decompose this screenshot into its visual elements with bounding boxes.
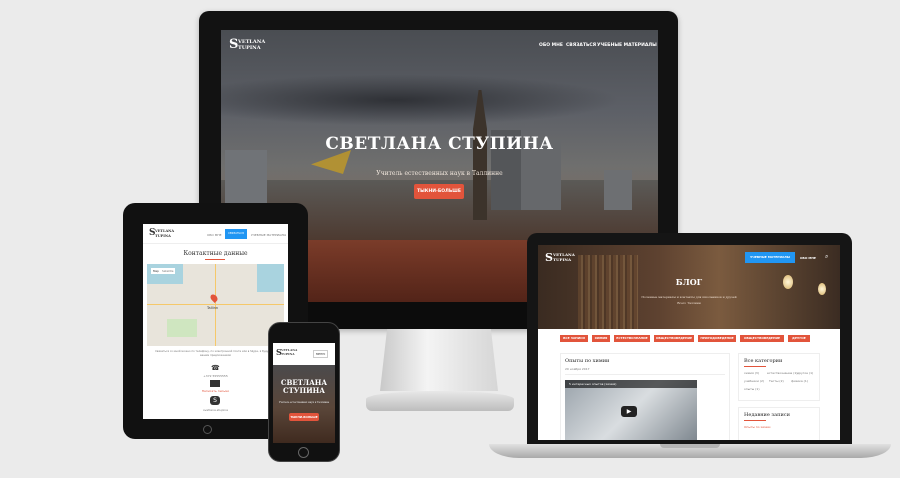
blog-subtitle-2: Всего Таллинн: [677, 301, 701, 305]
search-icon[interactable]: ⌕: [825, 253, 828, 261]
category-social-2[interactable]: ОБЩЕСТВОВЕДЕНИЕ: [740, 335, 784, 342]
menu-button[interactable]: МЕНЮ: [313, 350, 329, 358]
blog-title: БЛОГ: [675, 277, 703, 287]
sidebar-tag[interactable]: другое (1): [797, 371, 813, 375]
post-date: 20 ноября 2017: [565, 367, 590, 371]
map-water-2: [257, 264, 284, 292]
laptop-notch: [660, 444, 720, 448]
tablet-home-button[interactable]: [203, 425, 212, 434]
category-social[interactable]: ОБЩЕСТВОВЕДЕНИЕ: [654, 335, 694, 342]
logo-line-2: TUPINA: [553, 257, 572, 262]
sidebar-tag[interactable]: учебники (2): [744, 379, 764, 383]
tablet-screen: S VETLANA TUPINA ОБО МНЕ СВЯЗАТЬСЯ УЧЕБН…: [143, 224, 288, 419]
post-title[interactable]: Опыты по химии: [565, 358, 609, 364]
contact-phone[interactable]: +372 55555555: [143, 374, 288, 378]
nav-contact[interactable]: СВЯЗАТЬСЯ: [566, 43, 596, 48]
recent-item[interactable]: Опыты по химии: [744, 425, 770, 429]
contact-heading: Контактные данные: [183, 250, 248, 257]
map-pin-icon[interactable]: [209, 293, 219, 303]
post-card: Опыты по химии 20 ноября 2017 5 интересн…: [560, 353, 730, 440]
category-all[interactable]: ВСЕ ЗАПИСИ: [560, 335, 588, 342]
video-title: 5 интересных опытов (химия): [569, 382, 617, 386]
map-tab-satellite[interactable]: Satellite: [160, 268, 176, 274]
desktop-stand-neck: [380, 329, 498, 391]
sidebar-tag[interactable]: физика (1): [791, 379, 808, 383]
cloud-layer: [221, 70, 658, 130]
phone-icon: ☎: [211, 364, 220, 372]
sidebar-tag[interactable]: опыты (1): [744, 387, 760, 391]
video-embed[interactable]: 5 интересных опытов (химия) ▶: [565, 380, 697, 440]
nav-about[interactable]: ОБО МНЕ: [800, 256, 816, 260]
hero-subtitle: Учитель естественных наук в Таллинне: [376, 170, 503, 177]
recent-divider: [744, 420, 766, 421]
laptop-screen: S VETLANA TUPINA УЧЕБНЫЕ МАТЕРИАЛЫ ОБО М…: [538, 245, 840, 440]
phone-hero-subtitle: Учитель естественных наук в Таллинне: [278, 401, 330, 404]
play-icon[interactable]: ▶: [621, 406, 637, 417]
logo-line-1: VETLANA: [155, 229, 175, 233]
logo-line-2: TUPINA: [155, 234, 171, 238]
nav-about[interactable]: ОБО МНЕ: [539, 43, 563, 48]
contact-skype[interactable]: svetlana.stupina: [143, 408, 288, 412]
building-left: [225, 150, 267, 210]
logo-initial: S: [229, 37, 239, 52]
sidebar-title: Все категории: [744, 358, 783, 364]
blog-subtitle: Полезные материалы и контакты для школьн…: [641, 295, 737, 299]
phone-cta-button[interactable]: ТЫКНИ-БОЛЬШЕ: [289, 413, 319, 421]
category-other[interactable]: ДРУГОЕ: [788, 335, 810, 342]
post-divider: [565, 374, 725, 375]
hero-title: СВЕТЛАНА СТУПИНА: [325, 134, 554, 154]
map-water: [147, 264, 183, 284]
phone-home-button[interactable]: [298, 447, 309, 458]
skype-icon: S: [210, 396, 220, 405]
bookshelf: [578, 255, 638, 329]
nav-about[interactable]: ОБО МНЕ: [207, 233, 221, 237]
phone-hero: [273, 365, 335, 443]
email-icon: [210, 380, 220, 387]
map-road-2: [215, 264, 216, 346]
contact-email[interactable]: Написать письмо: [143, 389, 288, 393]
heading-divider: [205, 259, 225, 260]
category-nature[interactable]: ПРИРОДОВЕДЕНИЕ: [698, 335, 736, 342]
phone-hero-title-2: СТУПИНА: [283, 386, 325, 395]
sidebar-tag[interactable]: естествознание (1): [767, 371, 797, 375]
sidebar-tag[interactable]: Тесты (2): [769, 379, 784, 383]
category-science[interactable]: ЕСТЕСТВОЗНАНИЕ: [614, 335, 650, 342]
contact-intro: Связаться со мной можно по телефону, по …: [155, 350, 276, 357]
hero-cta-button[interactable]: ТЫКНИ-БОЛЬШЕ: [414, 184, 464, 199]
phone-screen: S VETLANA TUPINA МЕНЮ СВЕТЛАНА СТУПИНА У…: [273, 343, 335, 443]
map-city-label: Tallinn: [207, 306, 219, 310]
map-park: [167, 319, 197, 337]
nav-materials-button[interactable]: УЧЕБНЫЕ МАТЕРИАЛЫ: [745, 252, 795, 263]
sidebar-categories: Все категории химия (3) естествознание (…: [738, 353, 820, 401]
nav-materials[interactable]: УЧЕБНЫЕ МАТЕРИАЛЫ: [251, 233, 286, 237]
logo-line-2: TUPINA: [281, 352, 295, 356]
category-chemistry[interactable]: ХИМИЯ: [592, 335, 610, 342]
sidebar-divider: [744, 366, 766, 367]
contact-map[interactable]: Map Satellite Tallinn: [147, 264, 284, 346]
recent-title: Недавние записи: [744, 412, 790, 418]
nav-materials[interactable]: УЧЕБНЫЕ МАТЕРИАЛЫ: [597, 43, 657, 48]
sidebar-recent: Недавние записи Опыты по химии: [738, 407, 820, 440]
nav-contact-button[interactable]: СВЯЗАТЬСЯ: [225, 229, 247, 239]
logo-line-2: TUPINA: [238, 45, 261, 51]
desktop-stand-base: [366, 391, 514, 411]
sidebar-tag[interactable]: химия (3): [744, 371, 759, 375]
logo-initial: S: [545, 251, 553, 264]
